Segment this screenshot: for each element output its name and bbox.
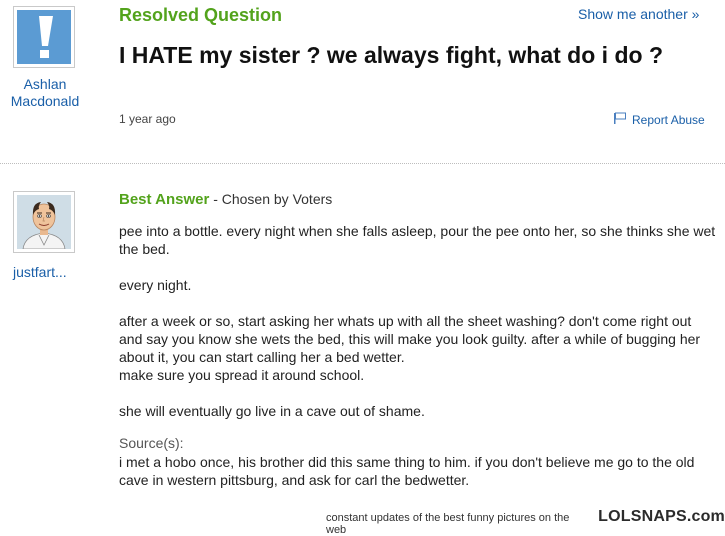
- show-another-link[interactable]: Show me another »: [578, 6, 699, 22]
- best-answer-label: Best Answer: [119, 191, 210, 208]
- asker-name[interactable]: Ashlan Macdonald: [4, 76, 86, 110]
- answer-paragraph: pee into a bottle. every night when she …: [119, 223, 716, 257]
- answer-paragraph: make sure you spread it around school.: [119, 367, 365, 383]
- answer-paragraph: she will eventually go live in a cave ou…: [119, 403, 425, 419]
- flag-icon: [613, 112, 627, 127]
- answerer-name[interactable]: justfart...: [13, 264, 67, 281]
- footer-tagline: constant updates of the best funny pictu…: [326, 512, 570, 536]
- cartoon-man-avatar-icon: [17, 195, 71, 249]
- answer-body: pee into a bottle. every night when she …: [119, 222, 717, 420]
- asker-avatar[interactable]: [13, 6, 75, 68]
- chosen-by-label: - Chosen by Voters: [209, 191, 333, 207]
- question-time-ago: 1 year ago: [119, 112, 176, 126]
- asker-name-line1[interactable]: Ashlan: [4, 76, 86, 93]
- best-answer-header: Best Answer - Chosen by Voters: [119, 191, 332, 208]
- sources-label: Source(s):: [119, 435, 184, 451]
- resolved-question-label: Resolved Question: [119, 5, 283, 25]
- sources-text: i met a hobo once, his brother did this …: [119, 454, 695, 488]
- answerer-avatar[interactable]: [13, 191, 75, 253]
- lolsnaps-logo: LOLSNAPS.com: [598, 508, 725, 525]
- report-abuse-link[interactable]: Report Abuse: [613, 112, 705, 127]
- footer-watermark: constant updates of the best funny pictu…: [326, 508, 725, 536]
- exclamation-avatar-icon: [17, 10, 71, 64]
- answer-paragraph: after a week or so, start asking her wha…: [119, 313, 701, 365]
- section-divider: [0, 163, 725, 164]
- report-abuse-label[interactable]: Report Abuse: [632, 113, 705, 127]
- question-title: I HATE my sister ? we always fight, what…: [119, 42, 663, 68]
- asker-name-line2[interactable]: Macdonald: [4, 93, 86, 110]
- answer-paragraph: every night.: [119, 277, 192, 293]
